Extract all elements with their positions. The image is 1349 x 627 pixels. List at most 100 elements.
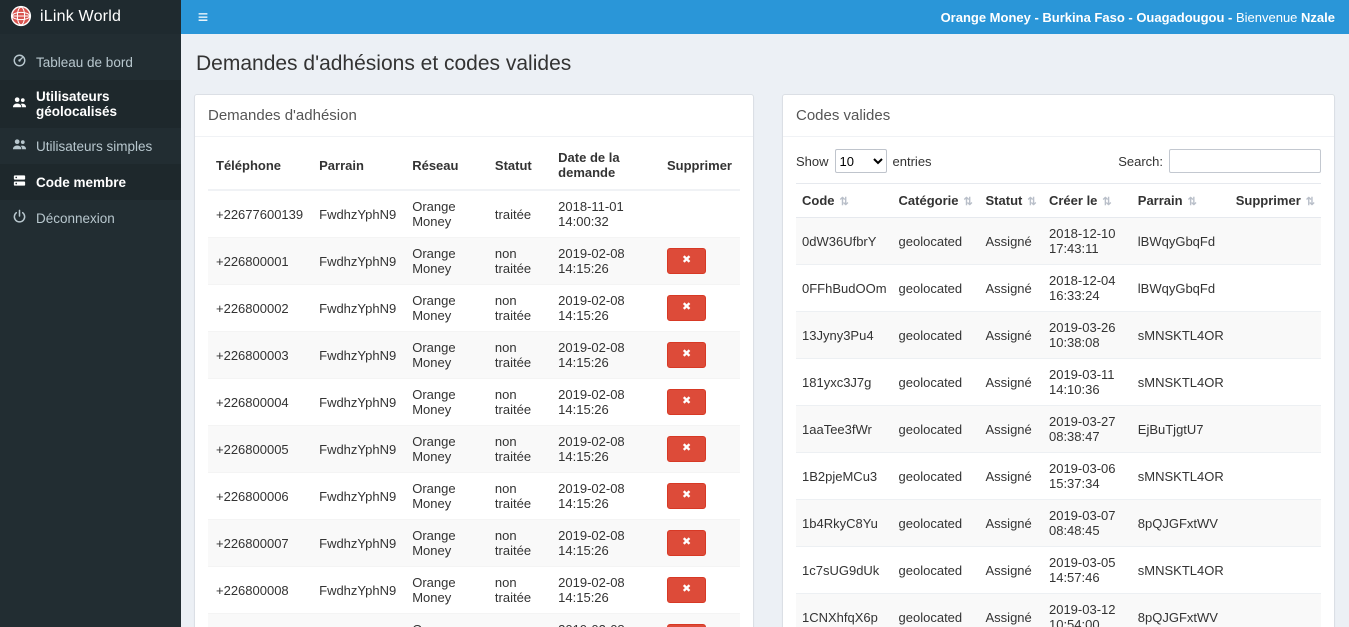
dashboard-icon — [12, 53, 27, 71]
statut-cell: Assigné — [979, 311, 1043, 359]
code-row: 1B2pjeMCu3 geolocated Assigné 2019-03-06… — [796, 452, 1321, 500]
demandes-panel: Demandes d'adhésion Téléphone Parrain Ré… — [194, 94, 754, 627]
code-row: 1CNXhfqX6p geolocated Assigné 2019-03-12… — [796, 593, 1321, 627]
categorie-cell: geolocated — [892, 593, 980, 627]
app-title: iLink World — [40, 8, 122, 25]
delete-button[interactable]: ✖ — [666, 577, 707, 603]
delete-button[interactable]: ✖ — [666, 295, 707, 321]
sidebar-item-code-membre[interactable]: Code membre — [0, 164, 181, 200]
supprimer-cell — [1229, 311, 1321, 359]
supprimer-cell: ✖ — [658, 472, 740, 520]
x-icon: ✖ — [681, 301, 692, 314]
reseau-cell: Orange Money — [404, 425, 487, 473]
x-icon: ✖ — [681, 348, 692, 361]
server-icon — [12, 173, 27, 191]
sort-icon: ⇅ — [1102, 196, 1112, 208]
demande-row: +226800008 FwdhzYphN9 Orange Money non t… — [208, 566, 740, 614]
datatable-controls: Show 10 entries Search: — [783, 137, 1334, 183]
delete-button[interactable]: ✖ — [666, 436, 707, 462]
column-header-parrain[interactable]: Parrain ⇅ — [1131, 183, 1230, 218]
page-title: Demandes d'adhésions et codes valides — [196, 52, 572, 75]
column-header-categorie[interactable]: Catégorie ⇅ — [892, 183, 980, 218]
sidebar-item-utilisateurs-simples[interactable]: Utilisateurs simples — [0, 128, 181, 164]
column-header-supprimer[interactable]: Supprimer ⇅ — [1229, 183, 1321, 218]
reseau-cell: Orange Money — [404, 237, 487, 285]
sidebar-item-label: Code membre — [36, 174, 127, 190]
top-navbar: ≡ Orange Money - Burkina Faso - Ouagadou… — [181, 0, 1349, 34]
sidebar-item-tableau-de-bord[interactable]: Tableau de bord — [0, 44, 181, 80]
supprimer-cell: ✖ — [658, 519, 740, 567]
supprimer-cell — [1229, 593, 1321, 627]
sort-icon: ⇅ — [1305, 196, 1315, 208]
hamburger-menu-icon[interactable]: ≡ — [181, 0, 225, 34]
code-cell: 1CNXhfqX6p — [796, 593, 893, 627]
x-icon: ✖ — [681, 489, 692, 502]
supprimer-cell — [658, 190, 740, 238]
parrain-cell: FwdhzYphN9 — [311, 519, 405, 567]
code-row: 0dW36UfbrY geolocated Assigné 2018-12-10… — [796, 217, 1321, 265]
brand[interactable]: iLink World — [0, 0, 181, 34]
creer-le-cell: 2019-03-07 08:48:45 — [1042, 499, 1132, 547]
supprimer-cell: ✖ — [658, 237, 740, 285]
parrain-cell: FwdhzYphN9 — [311, 331, 405, 379]
telephone-cell: +226800003 — [208, 331, 312, 379]
telephone-cell: +226800006 — [208, 472, 312, 520]
sort-icon: ⇅ — [1027, 196, 1037, 208]
supprimer-cell: ✖ — [658, 613, 740, 627]
statut-cell: Assigné — [979, 546, 1043, 594]
date-cell: 2019-02-08 14:15:26 — [550, 472, 659, 520]
column-header-code[interactable]: Code ⇅ — [796, 183, 893, 218]
supprimer-cell — [1229, 546, 1321, 594]
parrain-cell: sMNSKTL4OR — [1131, 358, 1230, 406]
delete-button[interactable]: ✖ — [666, 389, 707, 415]
telephone-cell: +226800001 — [208, 237, 312, 285]
parrain-cell: FwdhzYphN9 — [311, 237, 405, 285]
search-input[interactable] — [1169, 149, 1321, 173]
code-cell: 1c7sUG9dUk — [796, 546, 893, 594]
navbar-user-info: Orange Money - Burkina Faso - Ouagadougo… — [941, 10, 1349, 25]
codes-header-row: Code ⇅ Catégorie ⇅ Statut ⇅ Créer le ⇅ Parra… — [796, 183, 1321, 218]
parrain-cell: 8pQJGFxtWV — [1131, 593, 1230, 627]
x-icon: ✖ — [681, 583, 692, 596]
statut-cell: non traitée — [486, 519, 551, 567]
page-length-select[interactable]: 10 — [834, 149, 887, 173]
delete-button[interactable]: ✖ — [666, 530, 707, 556]
parrain-cell: lBWqyGbqFd — [1131, 217, 1230, 265]
parrain-cell: FwdhzYphN9 — [311, 613, 405, 627]
supprimer-cell — [1229, 499, 1321, 547]
demande-row: +226800005 FwdhzYphN9 Orange Money non t… — [208, 425, 740, 473]
statut-cell: Assigné — [979, 499, 1043, 547]
date-cell: 2019-02-08 14:15:26 — [550, 284, 659, 332]
navbar-location-text: Orange Money - Burkina Faso - Ouagadougo… — [940, 9, 1233, 25]
parrain-cell: lBWqyGbqFd — [1131, 264, 1230, 312]
code-row: 1aaTee3fWr geolocated Assigné 2019-03-27… — [796, 405, 1321, 453]
statut-cell: non traitée — [486, 613, 551, 627]
delete-button[interactable]: ✖ — [666, 342, 707, 368]
code-row: 181yxc3J7g geolocated Assigné 2019-03-11… — [796, 358, 1321, 406]
statut-cell: Assigné — [979, 405, 1043, 453]
code-cell: 1B2pjeMCu3 — [796, 452, 893, 500]
codes-panel: Codes valides Show 10 entries Search: Co… — [782, 94, 1335, 627]
parrain-cell: FwdhzYphN9 — [311, 566, 405, 614]
column-header-creer-le[interactable]: Créer le ⇅ — [1042, 183, 1132, 218]
demande-row: +22677600139 FwdhzYphN9 Orange Money tra… — [208, 190, 740, 238]
categorie-cell: geolocated — [892, 405, 980, 453]
users-icon — [12, 95, 27, 113]
reseau-cell: Orange Money — [404, 566, 487, 614]
supprimer-cell: ✖ — [658, 378, 740, 426]
sidebar-item-label: Utilisateurs simples — [36, 138, 153, 154]
demande-row: +226800001 FwdhzYphN9 Orange Money non t… — [208, 237, 740, 285]
statut-cell: Assigné — [979, 217, 1043, 265]
code-row: 0FFhBudOOm geolocated Assigné 2018-12-04… — [796, 264, 1321, 312]
delete-button[interactable]: ✖ — [666, 248, 707, 274]
delete-button[interactable]: ✖ — [666, 483, 707, 509]
supprimer-cell: ✖ — [658, 566, 740, 614]
categorie-cell: geolocated — [892, 217, 980, 265]
column-header-telephone: Téléphone — [208, 141, 312, 191]
demande-row: +226800007 FwdhzYphN9 Orange Money non t… — [208, 519, 740, 567]
date-cell: 2018-11-01 14:00:32 — [550, 190, 659, 238]
sidebar-item-utilisateurs-geolocalises[interactable]: Utilisateurs géolocalisés — [0, 80, 181, 128]
sidebar-item-deconnexion[interactable]: Déconnexion — [0, 200, 181, 236]
column-header-statut[interactable]: Statut ⇅ — [979, 183, 1043, 218]
code-cell: 0FFhBudOOm — [796, 264, 893, 312]
